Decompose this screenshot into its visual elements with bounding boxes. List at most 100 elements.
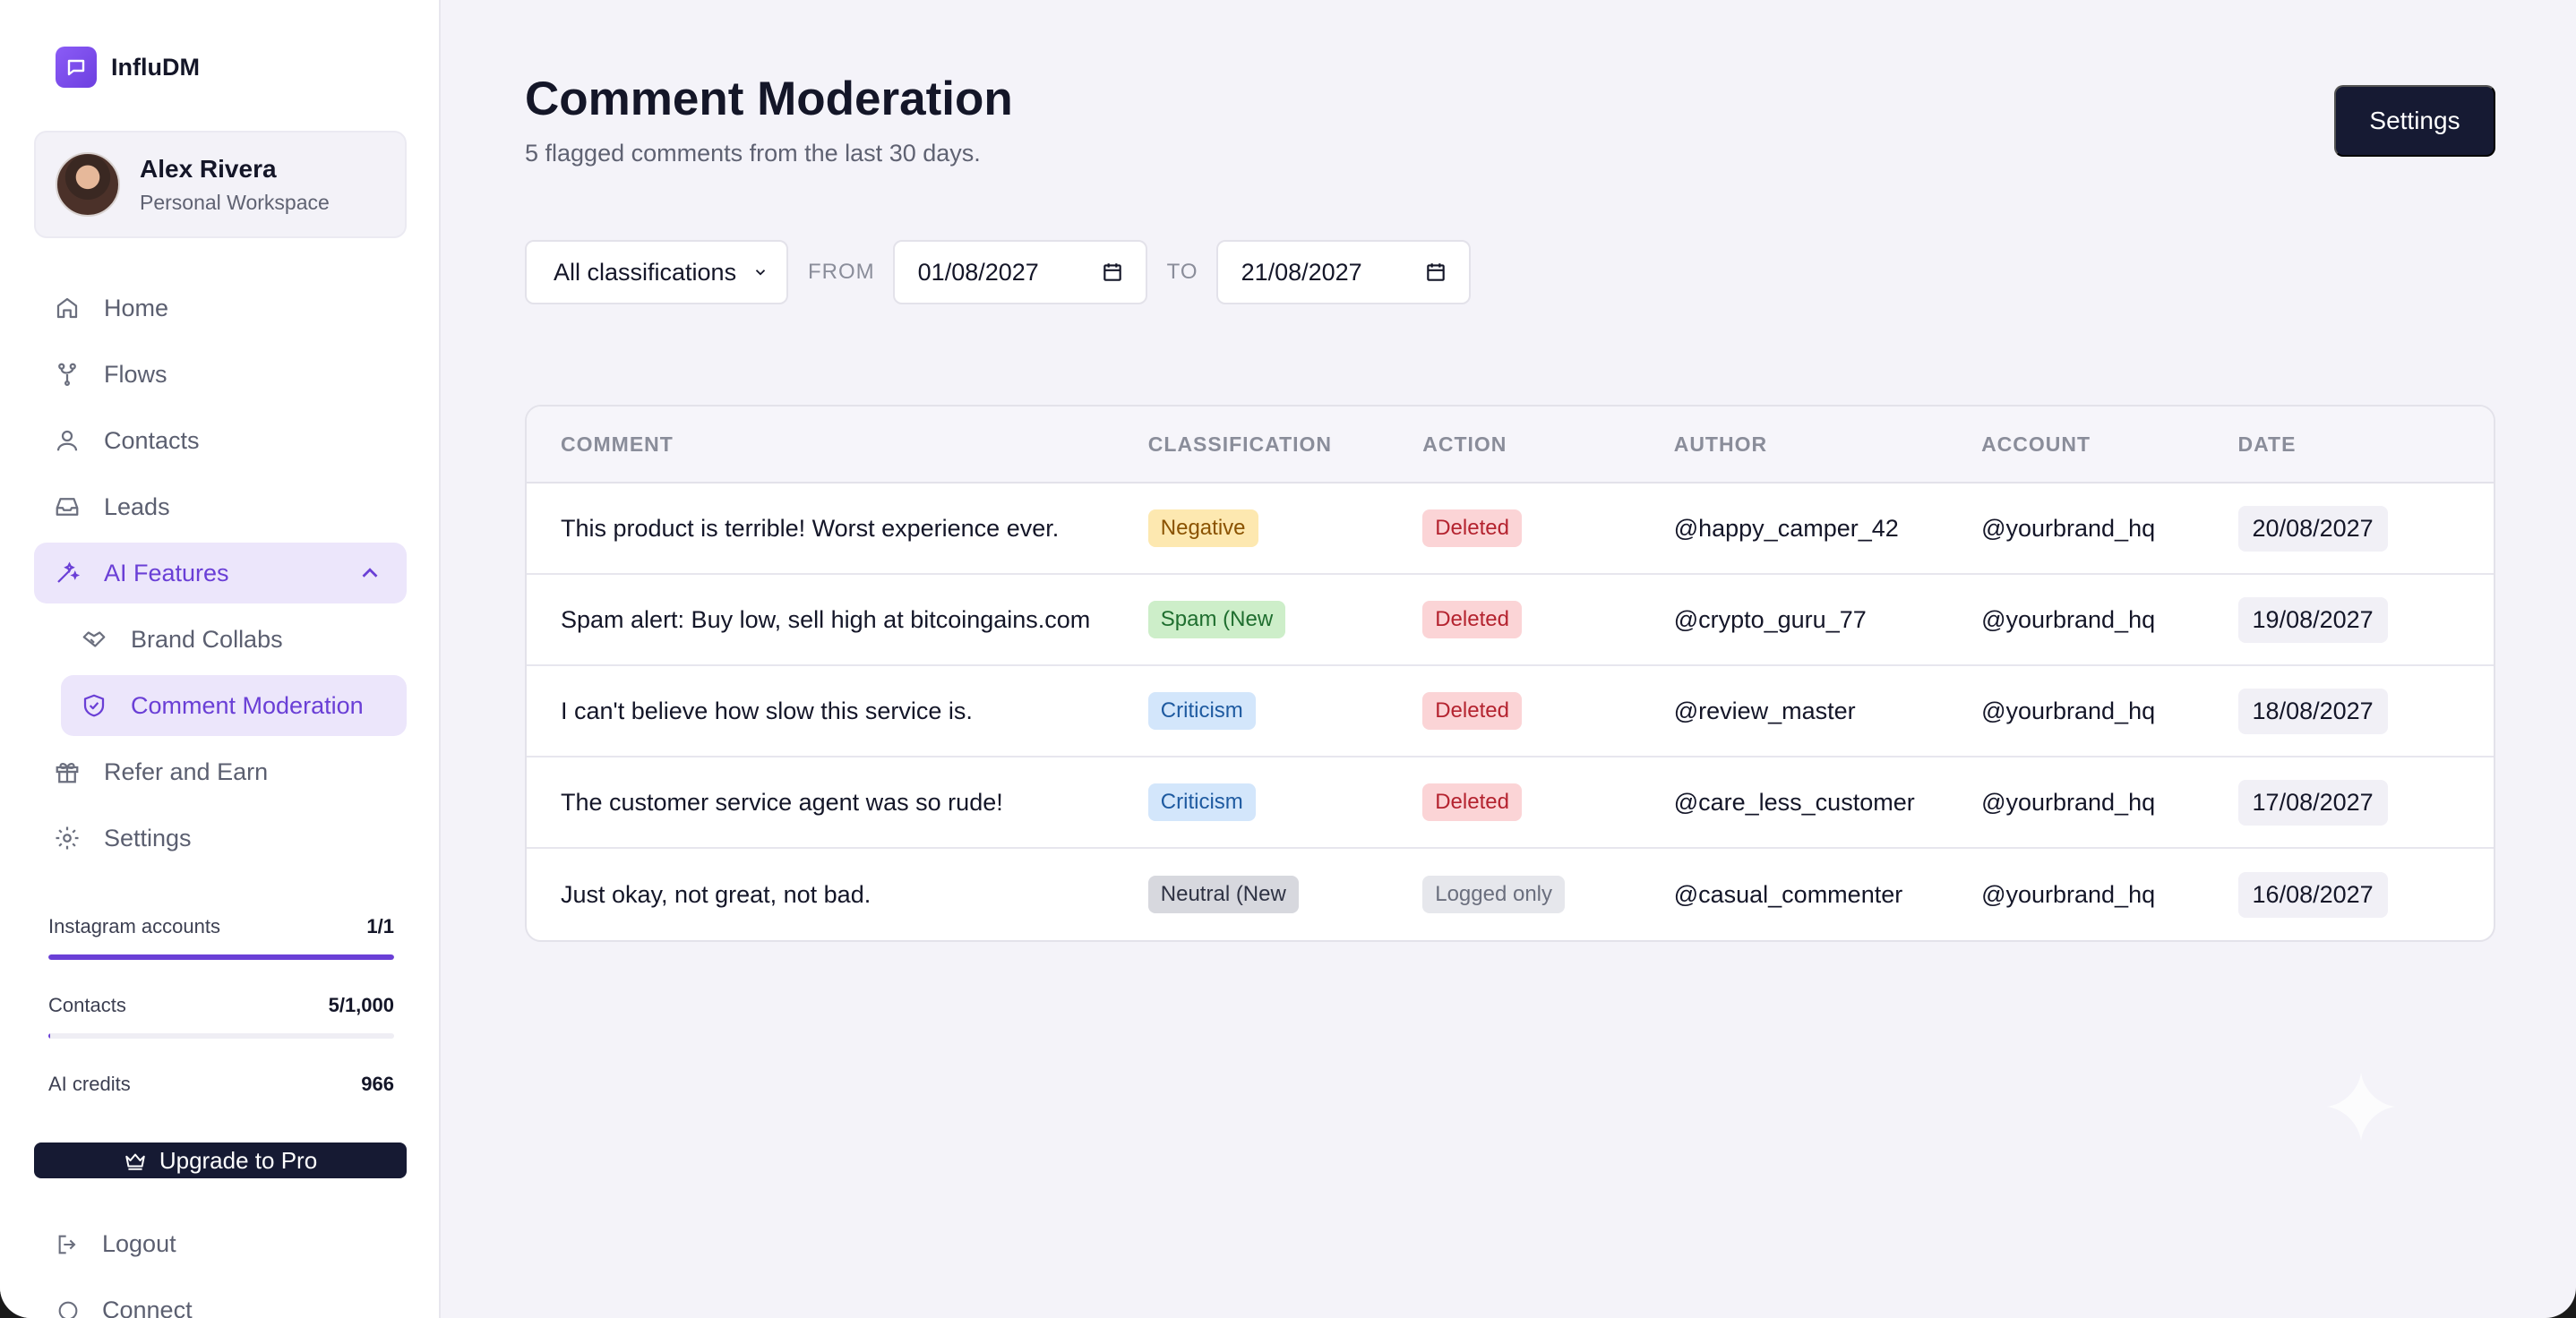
author-handle: @care_less_customer <box>1673 788 1915 816</box>
sidebar-item-home[interactable]: Home <box>34 278 407 338</box>
sidebar-item-flows[interactable]: Flows <box>34 344 407 405</box>
table-row[interactable]: Spam alert: Buy low, sell high at bitcoi… <box>527 575 2494 666</box>
column-header-classification[interactable]: CLASSIFICATION <box>1148 432 1422 457</box>
sidebar-item-comment-moderation[interactable]: Comment Moderation <box>61 675 407 736</box>
comment-text: This product is terrible! Worst experien… <box>561 514 1060 542</box>
column-header-date[interactable]: DATE <box>2238 432 2494 457</box>
date-chip: 18/08/2027 <box>2237 688 2388 734</box>
action-badge: Deleted <box>1422 509 1522 547</box>
from-date-value: 01/08/2027 <box>917 258 1039 286</box>
profile-workspace: Personal Workspace <box>140 190 330 214</box>
inbox-icon <box>56 498 79 516</box>
table-row[interactable]: I can't believe how slow this service is… <box>527 666 2494 757</box>
sidebar-item-settings[interactable]: Settings <box>34 808 407 869</box>
sidebar-item-leads[interactable]: Leads <box>34 476 407 537</box>
table-row[interactable]: This product is terrible! Worst experien… <box>527 484 2494 575</box>
table-row[interactable]: The customer service agent was so rude! … <box>527 757 2494 849</box>
page-title: Comment Moderation <box>525 73 1013 125</box>
upgrade-label: Upgrade to Pro <box>159 1146 318 1174</box>
usage-contacts: Contacts 5/1,000 <box>48 994 394 1039</box>
brand-name: InfluDM <box>111 53 200 81</box>
to-date-input[interactable]: 21/08/2027 <box>1215 240 1471 304</box>
table-row[interactable]: Just okay, not great, not bad. Neutral (… <box>527 849 2494 940</box>
page-subtitle: 5 flagged comments from the last 30 days… <box>525 140 981 167</box>
logout-button[interactable]: Logout <box>56 1230 176 1258</box>
sidebar-item-label: AI Features <box>104 559 229 586</box>
usage-bar <box>48 954 394 960</box>
profile-card[interactable]: Alex Rivera Personal Workspace <box>34 131 407 238</box>
column-header-author[interactable]: AUTHOR <box>1674 432 1981 457</box>
comment-text: Spam alert: Buy low, sell high at bitcoi… <box>561 605 1091 633</box>
usage-bar-fill <box>48 1033 51 1039</box>
classification-badge: Criticism <box>1147 692 1256 730</box>
from-label: FROM <box>808 260 875 284</box>
usage-value: 966 <box>361 1073 394 1095</box>
sidebar-item-contacts[interactable]: Contacts <box>34 410 407 471</box>
upgrade-button[interactable]: Upgrade to Pro <box>34 1143 407 1178</box>
logout-icon <box>58 1235 76 1254</box>
action-badge: Deleted <box>1422 783 1522 821</box>
chevron-up-icon <box>362 568 378 578</box>
home-icon <box>56 297 78 319</box>
chat-bubble-icon <box>56 47 97 88</box>
profile-name: Alex Rivera <box>140 154 277 183</box>
sidebar-item-label: Home <box>104 294 169 321</box>
calendar-icon[interactable] <box>1424 261 1447 284</box>
chevron-down-icon <box>755 270 766 276</box>
action-badge: Logged only <box>1422 876 1565 913</box>
to-label: TO <box>1166 260 1198 284</box>
usage-ai-credits: AI credits 966 <box>48 1073 394 1096</box>
comment-text: I can't believe how slow this service is… <box>561 697 973 724</box>
sidebar-item-label: Comment Moderation <box>131 691 364 719</box>
usage-label: AI credits <box>48 1073 131 1095</box>
classification-select-value: All classifications <box>554 258 737 286</box>
avatar <box>56 152 120 217</box>
shield-check-icon <box>83 694 105 717</box>
account-handle: @yourbrand_hq <box>1981 880 2156 908</box>
from-date-input[interactable]: 01/08/2027 <box>892 240 1147 304</box>
usage-label: Contacts <box>48 994 126 1016</box>
connect-button[interactable]: Connect <box>56 1297 193 1318</box>
gear-icon <box>56 826 79 850</box>
magic-wand-icon <box>57 561 81 583</box>
sidebar-item-label: Leads <box>104 492 170 520</box>
account-handle: @yourbrand_hq <box>1981 788 2156 816</box>
usage-value: 5/1,000 <box>328 994 394 1016</box>
comment-text: The customer service agent was so rude! <box>561 788 1003 816</box>
brand[interactable]: InfluDM <box>56 47 200 88</box>
comment-text: Just okay, not great, not bad. <box>561 880 872 908</box>
logout-label: Logout <box>102 1230 176 1257</box>
classification-badge: Criticism <box>1147 783 1256 821</box>
classification-badge: Neutral (New <box>1147 876 1299 913</box>
classification-badge: Negative <box>1147 509 1258 547</box>
moderation-table: COMMENT CLASSIFICATION ACTION AUTHOR ACC… <box>525 405 2495 942</box>
sidebar: InfluDM Alex Rivera Personal Workspace H… <box>0 0 441 1318</box>
account-handle: @yourbrand_hq <box>1981 605 2156 633</box>
link-icon <box>58 1301 78 1318</box>
sidebar-item-ai-features[interactable]: AI Features <box>34 543 407 603</box>
action-badge: Deleted <box>1422 601 1522 638</box>
date-chip: 19/08/2027 <box>2237 596 2388 643</box>
sidebar-item-brand-collabs[interactable]: Brand Collabs <box>34 609 407 670</box>
sidebar-item-label: Contacts <box>104 426 200 454</box>
author-handle: @review_master <box>1673 697 1856 724</box>
column-header-account[interactable]: ACCOUNT <box>1981 432 2237 457</box>
calendar-icon[interactable] <box>1101 261 1124 284</box>
handshake-icon <box>82 631 106 647</box>
column-header-comment[interactable]: COMMENT <box>527 432 1148 457</box>
usage-label: Instagram accounts <box>48 915 220 937</box>
settings-button[interactable]: Settings <box>2334 85 2495 157</box>
date-chip: 17/08/2027 <box>2237 779 2388 826</box>
user-icon <box>56 430 78 451</box>
usage-bar <box>48 1033 394 1039</box>
crown-icon <box>125 1153 145 1170</box>
column-header-action[interactable]: ACTION <box>1422 432 1673 457</box>
date-chip: 16/08/2027 <box>2237 871 2388 918</box>
app-window: InfluDM Alex Rivera Personal Workspace H… <box>0 0 2576 1318</box>
usage-instagram-accounts: Instagram accounts 1/1 <box>48 915 394 960</box>
classification-select[interactable]: All classifications <box>525 240 788 304</box>
author-handle: @casual_commenter <box>1673 880 1903 908</box>
sidebar-item-refer[interactable]: Refer and Earn <box>34 741 407 802</box>
action-badge: Deleted <box>1422 692 1522 730</box>
to-date-value: 21/08/2027 <box>1241 258 1362 286</box>
